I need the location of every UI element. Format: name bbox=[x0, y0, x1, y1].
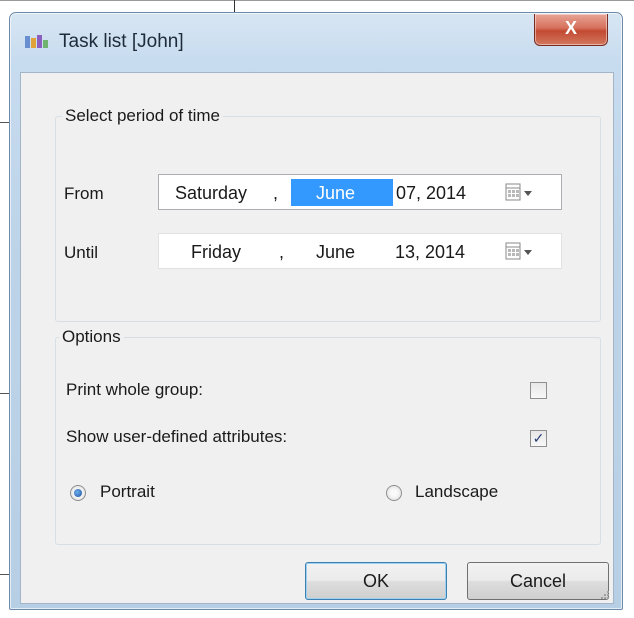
show-attributes-checkbox[interactable]: ✓ bbox=[530, 430, 547, 447]
close-button[interactable]: X bbox=[534, 14, 608, 46]
from-month-selected[interactable]: June bbox=[291, 179, 393, 206]
background-divider bbox=[0, 0, 634, 1]
period-group-title: Select period of time bbox=[62, 106, 223, 126]
show-attributes-label: Show user-defined attributes: bbox=[66, 427, 288, 446]
print-whole-group-label: Print whole group: bbox=[66, 380, 204, 399]
from-date-picker[interactable]: Saturday , June 07, 2014 bbox=[158, 174, 562, 210]
from-label: From bbox=[64, 184, 104, 203]
print-whole-group-checkbox[interactable] bbox=[530, 382, 547, 399]
until-label: Until bbox=[64, 243, 99, 262]
task-list-app-icon bbox=[25, 35, 48, 48]
options-groupbox: Options Print whole group: Show user-def… bbox=[55, 327, 601, 545]
portrait-label[interactable]: Portrait bbox=[100, 482, 155, 502]
ok-button[interactable]: OK bbox=[305, 562, 447, 600]
until-date-picker[interactable]: Friday , June 13, 2014 bbox=[158, 233, 562, 269]
title-bar[interactable]: Task list [John] X bbox=[10, 13, 622, 69]
resize-grip-icon[interactable] bbox=[600, 590, 610, 600]
calendar-dropdown-icon[interactable] bbox=[505, 183, 535, 203]
window-title: Task list [John] bbox=[59, 31, 184, 52]
close-icon: X bbox=[564, 18, 577, 38]
dialog-client-area: Select period of time From Saturday , Ju… bbox=[20, 72, 614, 604]
task-list-dialog: Task list [John] X Select period of time… bbox=[9, 12, 623, 610]
until-day-year[interactable]: 13, 2014 bbox=[395, 242, 465, 263]
landscape-radio[interactable] bbox=[386, 485, 402, 501]
landscape-label[interactable]: Landscape bbox=[415, 482, 498, 502]
until-separator: , bbox=[279, 242, 285, 262]
from-weekday[interactable]: Saturday bbox=[175, 183, 247, 204]
calendar-dropdown-icon[interactable] bbox=[505, 242, 535, 262]
from-day-year[interactable]: 07, 2014 bbox=[396, 183, 466, 204]
cancel-button[interactable]: Cancel bbox=[467, 562, 609, 600]
from-month: June bbox=[316, 183, 356, 203]
until-month[interactable]: June bbox=[316, 242, 355, 263]
from-separator: , bbox=[273, 183, 279, 203]
period-groupbox: Select period of time From Saturday , Ju… bbox=[55, 106, 601, 322]
options-group-title: Options bbox=[59, 327, 124, 347]
checkmark-icon: ✓ bbox=[532, 430, 545, 446]
until-weekday[interactable]: Friday bbox=[191, 242, 241, 263]
portrait-radio[interactable] bbox=[70, 485, 86, 501]
